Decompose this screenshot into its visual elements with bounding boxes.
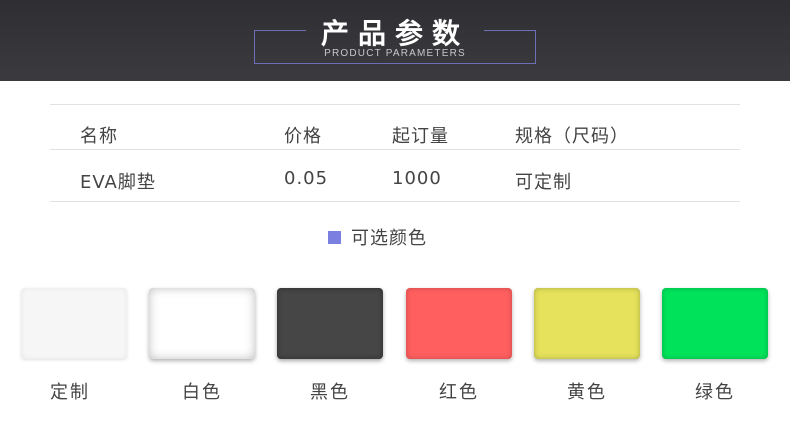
table-divider <box>50 104 740 105</box>
swatch-black[interactable] <box>277 288 383 359</box>
swatch-label-red: 红色 <box>439 382 479 403</box>
cell-moq: 1000 <box>392 168 442 189</box>
swatch-red[interactable] <box>406 288 512 359</box>
swatch-label-white: 白色 <box>182 382 222 403</box>
header-price: 价格 <box>284 126 322 147</box>
header-spec: 规格（尺码） <box>515 126 629 147</box>
cell-price: 0.05 <box>284 168 329 189</box>
swatch-label-yellow: 黄色 <box>567 382 607 403</box>
table-divider <box>50 149 740 150</box>
cell-spec: 可定制 <box>515 172 572 193</box>
cell-name: EVA脚垫 <box>80 172 156 193</box>
header-moq: 起订量 <box>392 126 449 147</box>
page-subtitle: PRODUCT PARAMETERS <box>324 48 466 59</box>
table-divider <box>50 201 740 202</box>
swatch-white[interactable] <box>149 288 255 359</box>
swatch-yellow[interactable] <box>534 288 640 359</box>
swatch-label-black: 黑色 <box>310 382 350 403</box>
color-options-heading: 可选颜色 <box>328 226 427 249</box>
color-options-label: 可选颜色 <box>351 228 427 249</box>
header-banner: 产品参数 PRODUCT PARAMETERS <box>0 0 790 81</box>
page-title: 产品参数 <box>320 17 469 50</box>
swatch-label-green: 绿色 <box>695 382 735 403</box>
swatch-green[interactable] <box>662 288 768 359</box>
swatch-custom[interactable] <box>21 288 127 359</box>
swatch-label-custom: 定制 <box>50 382 90 403</box>
square-bullet-icon <box>328 230 341 244</box>
header-name: 名称 <box>80 126 118 147</box>
